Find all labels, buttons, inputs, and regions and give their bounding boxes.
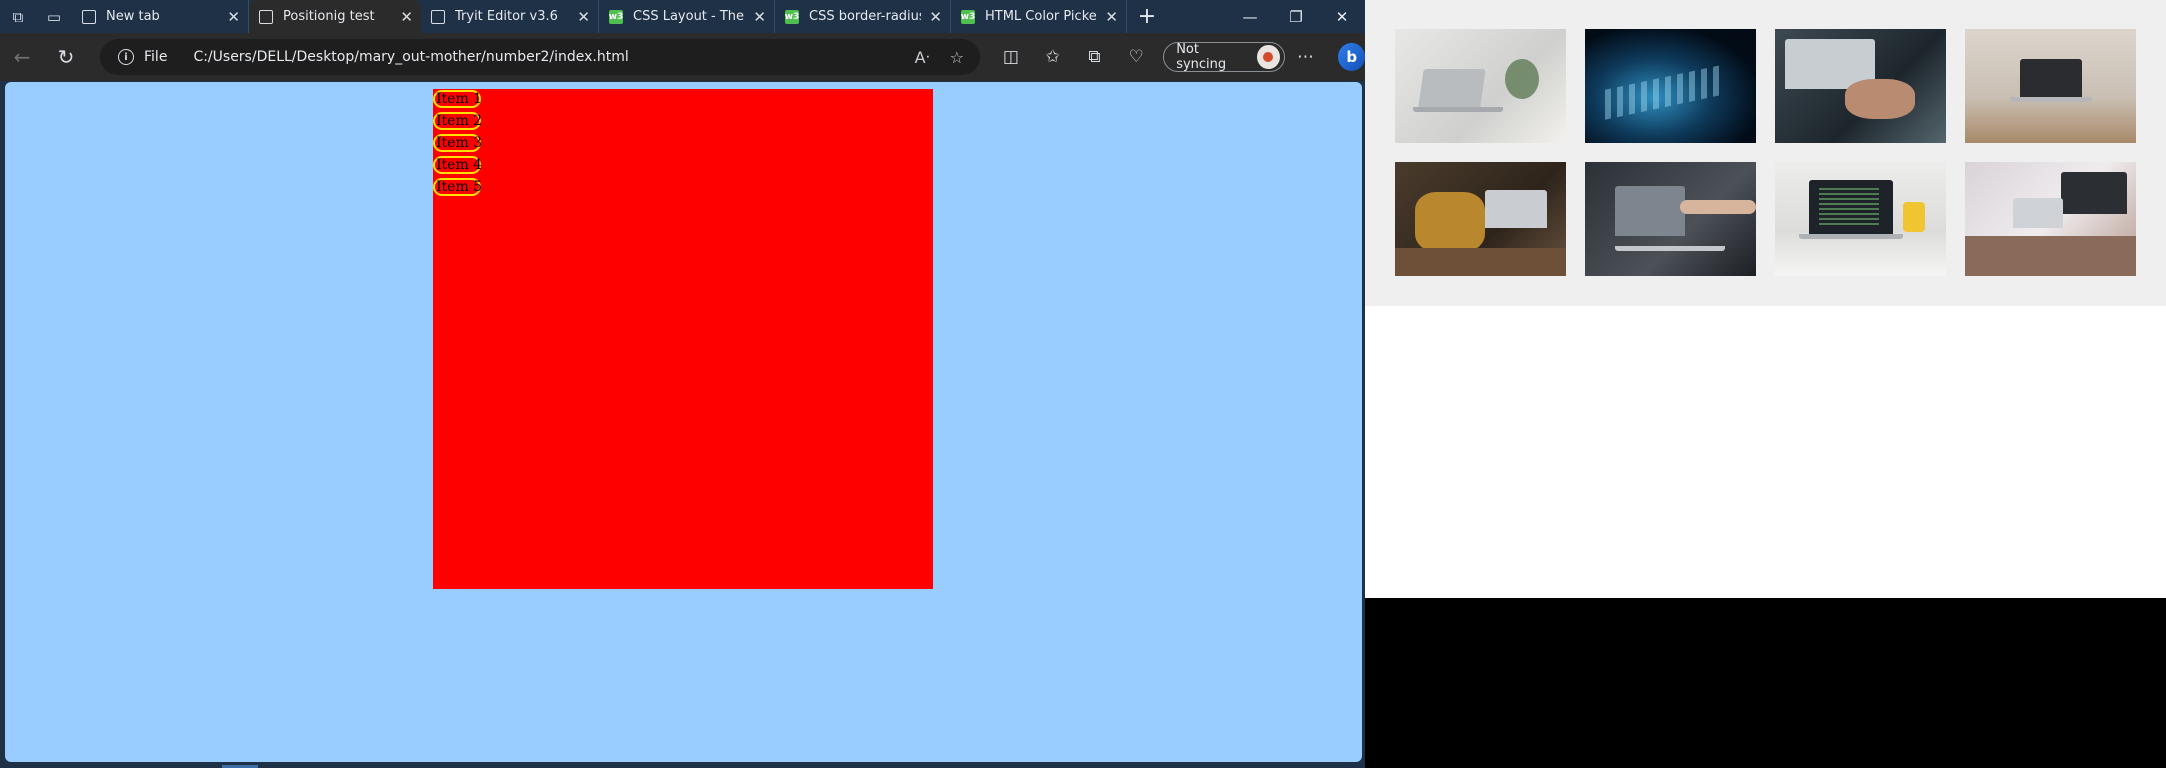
scheme-label: File xyxy=(144,49,168,65)
close-icon[interactable]: ✕ xyxy=(929,8,942,26)
tab-label: New tab xyxy=(106,9,160,24)
tab-label: CSS border-radius p xyxy=(809,9,922,24)
tab-label: Tryit Editor v3.6 xyxy=(455,9,558,24)
url-input[interactable]: i File C:/Users/DELL/Desktop/mary_out-mo… xyxy=(100,39,980,75)
profile-button[interactable]: Not syncing xyxy=(1163,42,1285,72)
url-text[interactable]: C:/Users/DELL/Desktop/mary_out-mother/nu… xyxy=(193,49,914,65)
close-icon[interactable]: ✕ xyxy=(227,8,240,26)
workspaces-icon[interactable]: ⧉ xyxy=(0,0,36,33)
refresh-icon[interactable]: ↻ xyxy=(44,45,88,69)
minimize-icon[interactable]: — xyxy=(1227,0,1273,33)
sync-label: Not syncing xyxy=(1176,42,1227,72)
avatar xyxy=(1256,45,1280,69)
back-icon[interactable]: ← xyxy=(0,45,44,69)
favorite-star-icon[interactable]: ☆ xyxy=(950,48,964,67)
tab-html-color-picker[interactable]: w3 HTML Color Picker ✕ xyxy=(951,0,1127,33)
close-icon[interactable]: ✕ xyxy=(753,8,766,26)
item-list: Item 1 Item 2 Item 3 Item 4 Item 5 xyxy=(433,90,482,200)
desk-with-monitor-photo[interactable] xyxy=(1965,162,2136,276)
w3schools-icon: w3 xyxy=(784,9,800,24)
w3schools-icon: w3 xyxy=(608,9,624,24)
list-item: Item 5 xyxy=(433,178,482,196)
new-tab-button[interactable]: + xyxy=(1127,0,1167,33)
tab-bar: ⧉ ▭ New tab ✕ Positionig test ✕ Tryit Ed… xyxy=(0,0,1365,33)
page-icon xyxy=(431,9,445,24)
close-icon[interactable]: ✕ xyxy=(400,8,413,26)
toolbar: ◫ ✩ ⧉ ♡ Not syncing ⋯ b xyxy=(990,33,1365,81)
tab-label: HTML Color Picker xyxy=(985,9,1098,24)
list-item: Item 3 xyxy=(433,134,482,152)
close-window-icon[interactable]: ✕ xyxy=(1319,0,1365,33)
browser-essentials-icon[interactable]: ♡ xyxy=(1115,47,1157,67)
tab-css-layout[interactable]: w3 CSS Layout - The po ✕ xyxy=(599,0,775,33)
laptop-on-white-desk-photo[interactable] xyxy=(1395,29,1566,143)
code-on-laptop-photo[interactable] xyxy=(1775,162,1946,276)
more-menu-icon[interactable]: ⋯ xyxy=(1285,47,1327,67)
collections-icon[interactable]: ⧉ xyxy=(1074,47,1116,67)
tab-css-border-radius[interactable]: w3 CSS border-radius p ✕ xyxy=(775,0,951,33)
window-controls: — ❐ ✕ xyxy=(1227,0,1365,33)
w3schools-icon: w3 xyxy=(960,9,976,24)
close-icon[interactable]: ✕ xyxy=(1105,8,1118,26)
tab-new-tab[interactable]: New tab ✕ xyxy=(72,0,249,33)
tab-tryit-editor[interactable]: Tryit Editor v3.6 ✕ xyxy=(421,0,599,33)
person-using-laptop-photo[interactable] xyxy=(1395,162,1566,276)
list-item: Item 1 xyxy=(433,90,482,108)
pointing-at-laptop-screen-photo[interactable] xyxy=(1585,162,1756,276)
read-aloud-icon[interactable]: Aᐧ xyxy=(915,48,930,67)
hands-typing-laptop-photo[interactable] xyxy=(1775,29,1946,143)
red-container: Item 1 Item 2 Item 3 Item 4 Item 5 xyxy=(433,89,933,589)
browser-window: ⧉ ▭ New tab ✕ Positionig test ✕ Tryit Ed… xyxy=(0,0,1365,768)
tab-label: CSS Layout - The po xyxy=(633,9,745,24)
list-item: Item 2 xyxy=(433,112,482,130)
bing-copilot-icon[interactable]: b xyxy=(1338,43,1365,71)
restore-icon[interactable]: ❐ xyxy=(1273,0,1319,33)
right-panel xyxy=(1365,0,2166,598)
tab-label: Positionig test xyxy=(283,9,375,24)
tab-positionig-test[interactable]: Positionig test ✕ xyxy=(249,0,421,33)
page-icon xyxy=(259,9,273,24)
address-bar: ← ↻ i File C:/Users/DELL/Desktop/mary_ou… xyxy=(0,33,1365,81)
close-icon[interactable]: ✕ xyxy=(577,8,590,26)
image-gallery xyxy=(1365,0,2166,306)
glowing-keyboard-photo[interactable] xyxy=(1585,29,1756,143)
tab-actions-icon[interactable]: ▭ xyxy=(36,0,72,33)
list-item: Item 4 xyxy=(433,156,482,174)
favorites-icon[interactable]: ✩ xyxy=(1032,47,1074,67)
info-icon[interactable]: i xyxy=(118,49,134,65)
window-bottom-edge xyxy=(0,762,1365,768)
laptop-on-wooden-table-photo[interactable] xyxy=(1965,29,2136,143)
page-icon xyxy=(82,9,96,24)
page-viewport: Item 1 Item 2 Item 3 Item 4 Item 5 xyxy=(5,82,1362,762)
split-screen-icon[interactable]: ◫ xyxy=(990,47,1032,67)
